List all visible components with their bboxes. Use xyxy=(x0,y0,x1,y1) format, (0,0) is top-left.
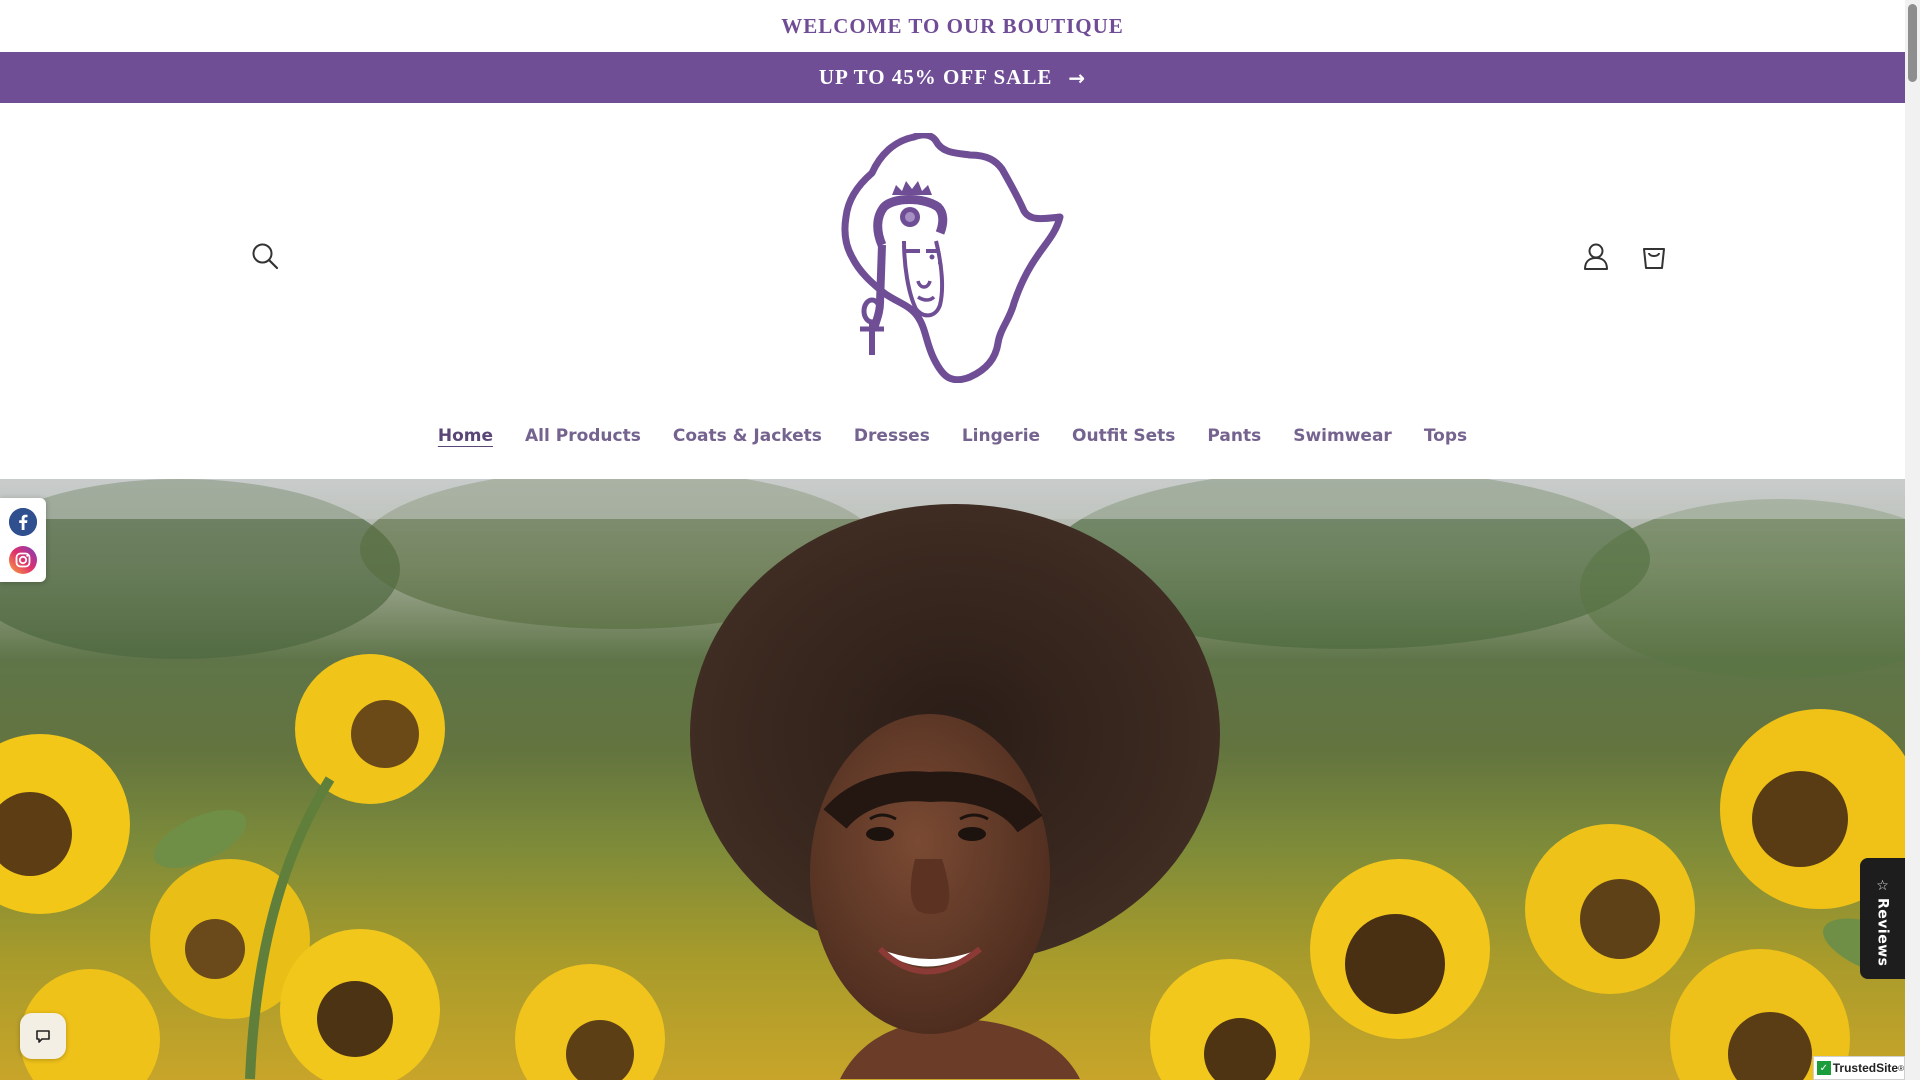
nav-item-tops[interactable]: Tops xyxy=(1423,422,1468,450)
search-icon xyxy=(252,243,279,270)
nav-item-pants[interactable]: Pants xyxy=(1206,422,1262,450)
facebook-icon xyxy=(9,508,37,536)
reviews-tab[interactable]: ☆ Reviews xyxy=(1860,858,1905,979)
trustedsite-badge[interactable]: ✓ TrustedSite ® xyxy=(1813,1056,1905,1080)
sale-announcement-link[interactable]: UP TO 45% OFF SALE → xyxy=(0,52,1905,103)
welcome-announcement: WELCOME TO OUR BOUTIQUE xyxy=(0,0,1905,52)
star-icon: ☆ xyxy=(1876,878,1889,894)
hero-banner-image xyxy=(0,479,1905,1080)
search-button[interactable] xyxy=(243,234,287,278)
trustedsite-registered-mark: ® xyxy=(1898,1063,1904,1073)
hero-sunflower-field-illustration xyxy=(0,479,1905,1080)
sale-text: UP TO 45% OFF SALE xyxy=(818,65,1053,89)
facebook-link[interactable] xyxy=(9,508,37,536)
account-button[interactable] xyxy=(1574,234,1618,278)
account-icon xyxy=(1584,243,1608,270)
page-scrollbar[interactable] xyxy=(1905,0,1920,1080)
nav-item-home[interactable]: Home xyxy=(437,422,494,450)
nav-item-all-products[interactable]: All Products xyxy=(524,422,642,450)
instagram-icon xyxy=(9,546,37,574)
welcome-text: WELCOME TO OUR BOUTIQUE xyxy=(781,13,1124,38)
nav-item-dresses[interactable]: Dresses xyxy=(853,422,931,450)
africa-map-queen-logo xyxy=(841,131,1064,384)
chat-button[interactable] xyxy=(20,1013,66,1059)
arrow-right-icon: → xyxy=(1068,65,1087,90)
instagram-link[interactable] xyxy=(9,546,37,574)
cart-button[interactable] xyxy=(1632,234,1676,278)
trustedsite-brand: TrustedSite xyxy=(1832,1061,1899,1075)
brand-logo[interactable] xyxy=(820,131,1080,384)
nav-item-swimwear[interactable]: Swimwear xyxy=(1292,422,1393,450)
social-links-panel xyxy=(0,498,46,582)
checkmark-icon: ✓ xyxy=(1817,1061,1831,1075)
nav-item-outfit-sets[interactable]: Outfit Sets xyxy=(1071,422,1176,450)
chat-icon xyxy=(36,1030,50,1043)
cart-icon xyxy=(1643,248,1665,269)
site-header: Home All Products Coats & Jackets Dresse… xyxy=(0,103,1905,479)
nav-item-lingerie[interactable]: Lingerie xyxy=(961,422,1041,450)
nav-item-coats-jackets[interactable]: Coats & Jackets xyxy=(672,422,823,450)
scrollbar-thumb[interactable] xyxy=(1908,4,1917,82)
main-navigation: Home All Products Coats & Jackets Dresse… xyxy=(0,411,1905,461)
reviews-tab-label: Reviews xyxy=(1874,898,1891,967)
